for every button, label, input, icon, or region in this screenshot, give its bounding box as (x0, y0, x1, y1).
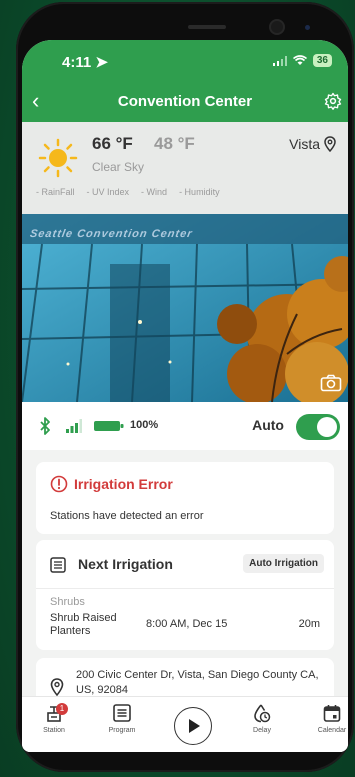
tab-delay-label: Delay (253, 727, 271, 734)
tab-delay[interactable]: Delay (234, 703, 290, 734)
sun-icon (38, 138, 78, 178)
bottom-tab-bar: 1 Station Program Delay Calendar (22, 696, 348, 752)
app-header: 4:11 ➤ 36 ‹ Convention Center (22, 40, 348, 122)
temperature-high: 66 °F (92, 134, 133, 153)
error-message: Stations have detected an error (50, 510, 204, 522)
tab-program[interactable]: Program (94, 703, 150, 734)
controller-photo[interactable]: Seattle Convention Center (22, 214, 348, 402)
list-document-icon (50, 557, 66, 573)
metric-uv-index: - UV Index (86, 187, 130, 197)
weather-panel: 66 °F 48 °F Clear Sky Vista - RainFall -… (22, 122, 348, 214)
tab-calendar[interactable]: Calendar (304, 703, 348, 734)
battery-icon (94, 421, 124, 431)
calendar-icon (323, 705, 341, 722)
play-button[interactable] (174, 707, 212, 745)
status-icons: 36 (272, 54, 332, 67)
page-title: Convention Center (117, 93, 253, 110)
address-text: 200 Civic Center Dr, Vista, San Diego Co… (76, 669, 319, 696)
building-illustration (22, 214, 348, 402)
front-camera (271, 21, 283, 33)
alert-circle-icon (50, 475, 68, 493)
next-irrigation-title: Next Irrigation (78, 556, 173, 572)
controller-status-row: 100% Auto (22, 402, 348, 450)
station-name: Shrub Raised Planters (50, 612, 117, 637)
irrigation-error-card[interactable]: Irrigation Error Stations have detected … (36, 462, 334, 534)
bluetooth-icon (40, 417, 50, 435)
station-start-time: 8:00 AM, Dec 15 (146, 618, 228, 630)
tab-program-label: Program (108, 727, 136, 734)
auto-irrigation-badge: Auto Irrigation (243, 554, 324, 573)
water-drop-clock-icon (254, 704, 271, 723)
battery-percentage: 100% (130, 419, 159, 431)
tab-calendar-label: Calendar (317, 727, 347, 734)
zone-name: Shrubs (50, 596, 85, 608)
wifi-icon (292, 55, 307, 65)
metric-wind: - Wind (141, 187, 168, 197)
metric-rainfall: - RainFall (36, 187, 75, 197)
next-irrigation-card[interactable]: Next Irrigation Auto Irrigation Shrubs S… (36, 540, 334, 650)
speaker-grille (188, 25, 226, 29)
cell-signal-icon (272, 55, 287, 66)
station-alert-badge: 1 (56, 703, 68, 715)
station-duration: 20m (298, 618, 320, 630)
tab-station-label: Station (43, 727, 65, 734)
camera-icon[interactable] (320, 374, 342, 392)
app-screen: 4:11 ➤ 36 ‹ Convention Center 66 °F 48 °… (22, 40, 348, 752)
auto-mode-label: Auto (252, 417, 284, 433)
signal-strength-icon (66, 419, 82, 433)
map-pin-icon (324, 136, 336, 152)
status-battery: 36 (312, 54, 332, 67)
gear-icon[interactable] (324, 92, 342, 110)
error-title: Irrigation Error (74, 476, 173, 492)
toggle-knob (317, 417, 337, 437)
sensor-dot (305, 25, 310, 30)
location-label: Vista (289, 136, 320, 152)
weather-location[interactable]: Vista (289, 136, 336, 152)
divider (36, 588, 334, 589)
building-sign: Seattle Convention Center (28, 228, 194, 240)
metric-humidity: - Humidity (179, 187, 220, 197)
tab-station[interactable]: 1 Station (26, 703, 82, 734)
location-arrow-icon: ➤ (95, 54, 108, 71)
program-list-icon (113, 704, 131, 722)
status-time: 4:11 ➤ (62, 54, 108, 71)
map-pin-icon (50, 678, 64, 696)
weather-metrics: - RainFall - UV Index - Wind - Humidity (36, 187, 220, 197)
weather-condition: Clear Sky (92, 160, 145, 174)
auto-mode-toggle[interactable] (296, 414, 340, 440)
temperature-low: 48 °F (154, 134, 195, 153)
